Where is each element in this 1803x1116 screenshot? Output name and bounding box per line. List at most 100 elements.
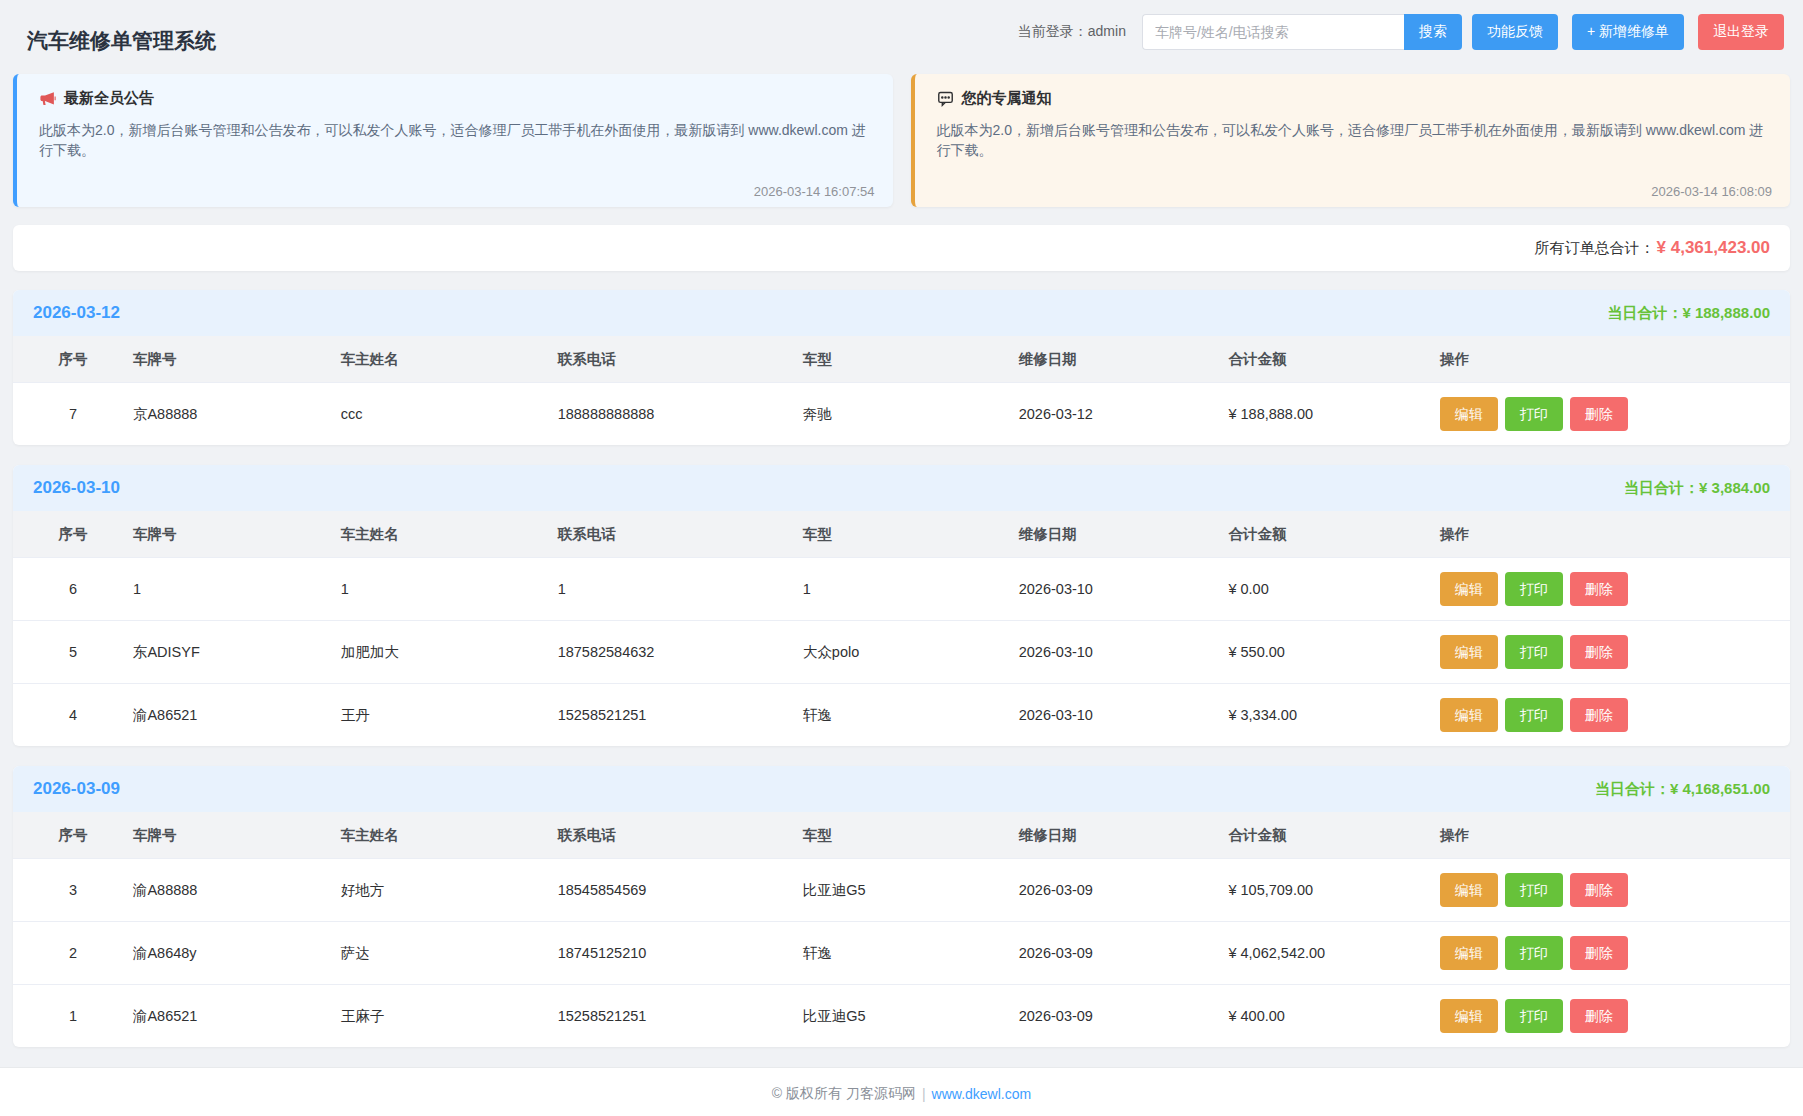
orders-grand-total: 所有订单总合计： ¥ 4,361,423.00 xyxy=(13,225,1790,271)
order-cell: 5 xyxy=(13,621,133,684)
announcement-time: 2026-03-14 16:07:54 xyxy=(754,184,875,199)
megaphone-icon xyxy=(39,90,56,107)
order-cell: ccc xyxy=(341,383,558,446)
order-cell: 6 xyxy=(13,558,133,621)
column-header: 序号 xyxy=(13,336,133,383)
page-footer: © 版权所有 刀客源码网 | www.dkewl.com xyxy=(0,1067,1803,1116)
column-header: 联系电话 xyxy=(558,336,803,383)
group-date: 2026-03-12 xyxy=(33,303,120,323)
delete-button[interactable]: 删除 xyxy=(1570,635,1628,669)
order-cell: 奔驰 xyxy=(803,383,1019,446)
delete-button[interactable]: 删除 xyxy=(1570,572,1628,606)
order-cell: 大众polo xyxy=(803,621,1019,684)
print-button[interactable]: 打印 xyxy=(1505,999,1563,1033)
order-groups: 2026-03-12 当日合计：¥ 188,888.00 序号车牌号车主姓名联系… xyxy=(0,290,1803,1047)
order-cell: 2026-03-10 xyxy=(1019,621,1229,684)
group-daily-total: 当日合计：¥ 188,888.00 xyxy=(1607,304,1770,323)
column-header: 序号 xyxy=(13,511,133,558)
column-header: 车型 xyxy=(803,511,1019,558)
group-daily-total: 当日合计：¥ 3,884.00 xyxy=(1624,479,1770,498)
order-row: 5东ADISYF加肥加大187582584632大众polo2026-03-10… xyxy=(13,621,1790,684)
footer-link[interactable]: www.dkewl.com xyxy=(932,1086,1032,1102)
top-bar: 汽车维修单管理系统 当前登录：admin 搜索 功能反馈 + 新增维修单 退出登… xyxy=(0,0,1803,66)
search-box: 搜索 xyxy=(1142,14,1462,50)
column-header: 维修日期 xyxy=(1019,511,1229,558)
order-cell: 4 xyxy=(13,684,133,747)
orders-table: 序号车牌号车主姓名联系电话车型维修日期合计金额操作 611112026-03-1… xyxy=(13,511,1790,746)
order-cell: 15258521251 xyxy=(558,985,803,1048)
print-button[interactable]: 打印 xyxy=(1505,572,1563,606)
order-cell: 比亚迪G5 xyxy=(803,859,1019,922)
table-header-row: 序号车牌号车主姓名联系电话车型维修日期合计金额操作 xyxy=(13,336,1790,383)
delete-button[interactable]: 删除 xyxy=(1570,397,1628,431)
order-cell: 萨达 xyxy=(341,922,558,985)
orders-table: 序号车牌号车主姓名联系电话车型维修日期合计金额操作 7京A88888ccc188… xyxy=(13,336,1790,445)
order-cell: ¥ 4,062,542.00 xyxy=(1228,922,1439,985)
delete-button[interactable]: 删除 xyxy=(1570,873,1628,907)
announcement-body: 此版本为2.0，新增后台账号管理和公告发布，可以私发个人账号，适合修理厂员工带手… xyxy=(39,120,871,160)
current-login-label: 当前登录：admin xyxy=(1018,23,1126,41)
order-group: 2026-03-10 当日合计：¥ 3,884.00 序号车牌号车主姓名联系电话… xyxy=(13,465,1790,746)
edit-button[interactable]: 编辑 xyxy=(1440,873,1498,907)
order-cell: 18545854569 xyxy=(558,859,803,922)
group-header: 2026-03-10 当日合计：¥ 3,884.00 xyxy=(13,465,1790,511)
personal-notice-card: 您的专属通知 此版本为2.0，新增后台账号管理和公告发布，可以私发个人账号，适合… xyxy=(911,74,1791,207)
order-cell: 7 xyxy=(13,383,133,446)
order-row: 3渝A88888好地方18545854569比亚迪G52026-03-09¥ 1… xyxy=(13,859,1790,922)
edit-button[interactable]: 编辑 xyxy=(1440,397,1498,431)
print-button[interactable]: 打印 xyxy=(1505,698,1563,732)
edit-button[interactable]: 编辑 xyxy=(1440,635,1498,669)
delete-button[interactable]: 删除 xyxy=(1570,999,1628,1033)
order-cell: 渝A8648y xyxy=(133,922,341,985)
search-button[interactable]: 搜索 xyxy=(1404,14,1462,50)
order-cell: 2026-03-10 xyxy=(1019,558,1229,621)
column-header: 车牌号 xyxy=(133,511,341,558)
order-cell: 2026-03-09 xyxy=(1019,859,1229,922)
row-actions: 编辑打印删除 xyxy=(1440,621,1790,684)
delete-button[interactable]: 删除 xyxy=(1570,698,1628,732)
print-button[interactable]: 打印 xyxy=(1505,397,1563,431)
header-controls: 当前登录：admin 搜索 功能反馈 + 新增维修单 退出登录 xyxy=(1018,14,1784,50)
order-cell: 2026-03-10 xyxy=(1019,684,1229,747)
order-cell: 加肥加大 xyxy=(341,621,558,684)
column-header: 操作 xyxy=(1440,336,1790,383)
print-button[interactable]: 打印 xyxy=(1505,873,1563,907)
column-header: 合计金额 xyxy=(1228,511,1439,558)
delete-button[interactable]: 删除 xyxy=(1570,936,1628,970)
order-row: 2渝A8648y萨达18745125210轩逸2026-03-09¥ 4,062… xyxy=(13,922,1790,985)
table-header-row: 序号车牌号车主姓名联系电话车型维修日期合计金额操作 xyxy=(13,812,1790,859)
row-actions: 编辑打印删除 xyxy=(1440,684,1790,747)
feedback-button[interactable]: 功能反馈 xyxy=(1472,14,1558,50)
edit-button[interactable]: 编辑 xyxy=(1440,698,1498,732)
column-header: 操作 xyxy=(1440,812,1790,859)
announcement-card: 最新全员公告 此版本为2.0，新增后台账号管理和公告发布，可以私发个人账号，适合… xyxy=(13,74,893,207)
grand-total-label: 所有订单总合计： xyxy=(1535,239,1655,258)
edit-button[interactable]: 编辑 xyxy=(1440,936,1498,970)
print-button[interactable]: 打印 xyxy=(1505,936,1563,970)
group-header: 2026-03-09 当日合计：¥ 4,168,651.00 xyxy=(13,766,1790,812)
column-header: 车主姓名 xyxy=(341,812,558,859)
order-cell: 187582584632 xyxy=(558,621,803,684)
column-header: 车主姓名 xyxy=(341,336,558,383)
print-button[interactable]: 打印 xyxy=(1505,635,1563,669)
order-cell: 2026-03-12 xyxy=(1019,383,1229,446)
order-cell: ¥ 105,709.00 xyxy=(1228,859,1439,922)
notice-section: 最新全员公告 此版本为2.0，新增后台账号管理和公告发布，可以私发个人账号，适合… xyxy=(0,74,1803,207)
edit-button[interactable]: 编辑 xyxy=(1440,572,1498,606)
column-header: 车型 xyxy=(803,336,1019,383)
column-header: 维修日期 xyxy=(1019,812,1229,859)
column-header: 车牌号 xyxy=(133,336,341,383)
order-cell: 15258521251 xyxy=(558,684,803,747)
add-repair-order-button[interactable]: + 新增维修单 xyxy=(1572,14,1684,50)
logout-button[interactable]: 退出登录 xyxy=(1698,14,1784,50)
edit-button[interactable]: 编辑 xyxy=(1440,999,1498,1033)
order-cell: 王丹 xyxy=(341,684,558,747)
row-actions: 编辑打印删除 xyxy=(1440,985,1790,1048)
page-title: 汽车维修单管理系统 xyxy=(27,27,216,55)
order-cell: ¥ 188,888.00 xyxy=(1228,383,1439,446)
order-cell: 2 xyxy=(13,922,133,985)
order-cell: 轩逸 xyxy=(803,922,1019,985)
search-input[interactable] xyxy=(1142,14,1404,50)
order-row: 1渝A86521王麻子15258521251比亚迪G52026-03-09¥ 4… xyxy=(13,985,1790,1048)
order-cell: 2026-03-09 xyxy=(1019,922,1229,985)
